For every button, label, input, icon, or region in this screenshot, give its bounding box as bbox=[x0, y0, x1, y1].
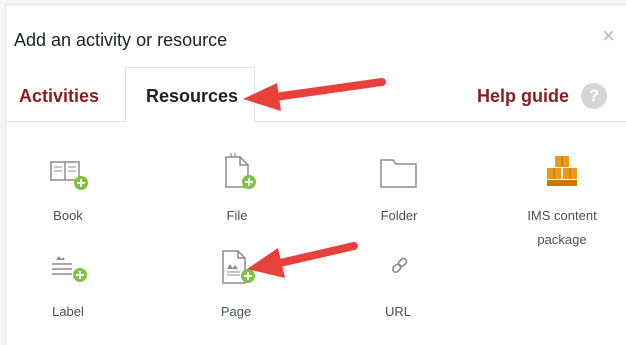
tab-activities[interactable]: Activities bbox=[19, 85, 99, 107]
resource-label: Label bbox=[52, 304, 84, 319]
help-guide-link[interactable]: Help guide bbox=[477, 85, 569, 107]
add-activity-dialog: Add an activity or resource × Activities… bbox=[5, 4, 626, 345]
help-icon[interactable]: ? bbox=[581, 83, 607, 109]
close-icon[interactable]: × bbox=[602, 25, 615, 47]
book-add-icon bbox=[50, 161, 88, 190]
annotation-arrow-page bbox=[247, 242, 358, 278]
folder-icon bbox=[380, 159, 417, 188]
resource-label-line1: IMS content bbox=[527, 208, 597, 223]
dialog-title: Add an activity or resource bbox=[14, 30, 228, 50]
resource-label: URL bbox=[384, 304, 411, 319]
resource-label-line2: package bbox=[537, 232, 587, 247]
resource-label: Book bbox=[53, 208, 83, 223]
resource-label: Page bbox=[220, 304, 252, 319]
annotation-arrow-resources bbox=[243, 78, 386, 111]
tab-resources[interactable]: Resources bbox=[146, 85, 238, 107]
resource-label: Folder bbox=[380, 208, 418, 223]
package-boxes-icon bbox=[547, 156, 577, 186]
resource-label: File bbox=[226, 208, 248, 223]
tab-divider bbox=[6, 121, 626, 122]
file-add-icon bbox=[225, 153, 256, 189]
link-icon bbox=[391, 257, 408, 274]
label-add-icon bbox=[52, 256, 87, 282]
